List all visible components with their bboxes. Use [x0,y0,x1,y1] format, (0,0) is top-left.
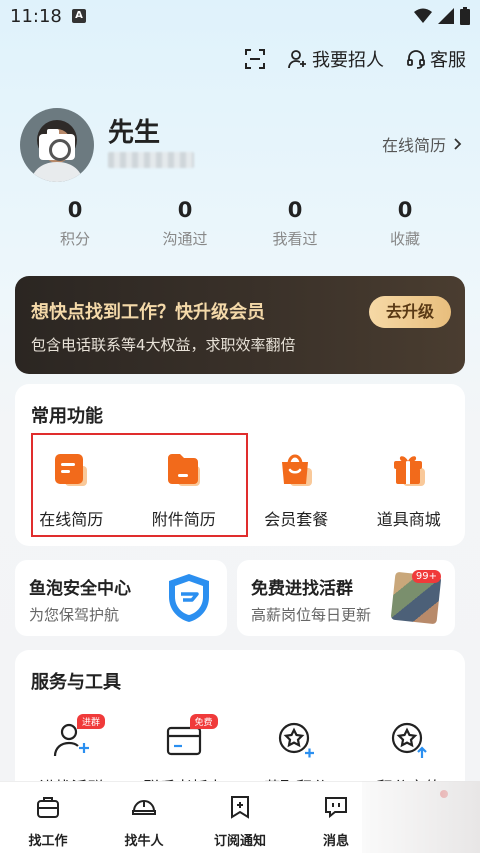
resume-link-label: 在线简历 [381,136,446,155]
recruit-label: 我要招人 [312,50,384,71]
group-count-badge: 99+ [411,570,441,583]
customer-service-button[interactable]: 客服 [406,46,466,72]
safety-center-title: 鱼泡安全中心 [29,579,131,599]
camera-icon [39,129,75,161]
service-tag: 进群 [77,714,106,729]
nav-label: 订阅通知 [213,834,266,849]
stat-label: 沟通过 [162,230,208,248]
nav-label: 找工作 [28,834,68,849]
status-time: 11:18 [10,6,62,27]
stat-viewed[interactable]: 0 我看过 [240,198,350,249]
function-label: 会员套餐 [264,510,329,529]
function-item-mall[interactable]: 道具商城 [353,450,466,530]
star-badge-plus-icon [279,722,315,758]
common-functions-title: 常用功能 [31,406,103,427]
headset-icon [407,50,425,69]
stat-label: 我看过 [272,230,318,248]
nav-find-talent[interactable]: 找牛人 [96,782,192,853]
helmet-icon [132,800,156,815]
shopping-bag-icon [282,454,313,486]
function-label: 道具商城 [376,510,441,529]
top-actions: 我要招人 客服 [244,46,466,72]
stats-row: 0 积分 0 沟通过 0 我看过 0 收藏 [20,198,460,249]
stat-points[interactable]: 0 积分 [20,198,130,249]
person-add-icon [288,50,306,69]
job-group-title: 免费进找活群 [251,579,353,599]
stat-label: 收藏 [389,230,420,248]
service-label: 客服 [430,50,466,71]
vip-upgrade-banner[interactable]: 想快点找到工作？快升级会员 包含电话联系等4大权益，求职效率翻倍 去升级 [15,276,465,374]
job-group-card[interactable]: 免费进找活群 高薪岗位每日更新 99+ [237,560,455,636]
star-badge-up-icon [391,722,427,758]
safety-center-subtitle: 为您保驾护航 [29,606,120,624]
upgrade-button[interactable]: 去升级 [369,296,451,328]
chevron-right-icon [454,138,462,150]
user-name: 先生 [108,118,161,148]
gift-icon [393,456,425,486]
stat-favorites[interactable]: 0 收藏 [350,198,460,249]
status-icons [414,7,470,25]
vip-subtitle: 包含电话联系等4大权益，求职效率翻倍 [31,336,296,354]
stat-contacted[interactable]: 0 沟通过 [130,198,240,249]
shield-icon [169,574,209,622]
stat-value: 0 [287,198,303,222]
annotation-highlight-box [31,433,248,537]
user-id-blurred [108,152,194,168]
avatar[interactable] [20,108,94,182]
nav-find-job[interactable]: 找工作 [0,782,96,853]
vip-title: 想快点找到工作？快升级会员 [31,302,265,323]
status-notification-badge: A [72,9,86,23]
status-bar: 11:18 A [0,0,480,34]
stat-label: 积分 [59,230,90,248]
service-tag: 免费 [189,714,218,729]
safety-center-card[interactable]: 鱼泡安全中心 为您保驾护航 [15,560,227,636]
wifi-icon [414,8,432,23]
stat-value: 0 [397,198,413,222]
bookmark-plus-icon [231,796,249,819]
function-membership-package[interactable]: 会员套餐 [240,450,353,530]
corner-shadow-overlay [362,781,480,853]
services-tools-title: 服务与工具 [31,672,121,693]
message-icon [325,797,347,819]
briefcase-icon [37,797,59,818]
scan-button[interactable] [244,48,266,70]
nav-subscribe[interactable]: 订阅通知 [192,782,288,853]
nav-label: 找牛人 [124,834,164,849]
battery-icon [460,7,470,25]
scan-icon [245,49,265,69]
job-group-subtitle: 高薪岗位每日更新 [251,606,372,624]
stat-value: 0 [177,198,193,222]
signal-icon [438,8,454,24]
online-resume-link[interactable]: 在线简历 [382,132,462,156]
recruit-button[interactable]: 我要招人 [288,46,384,72]
stat-value: 0 [67,198,83,222]
